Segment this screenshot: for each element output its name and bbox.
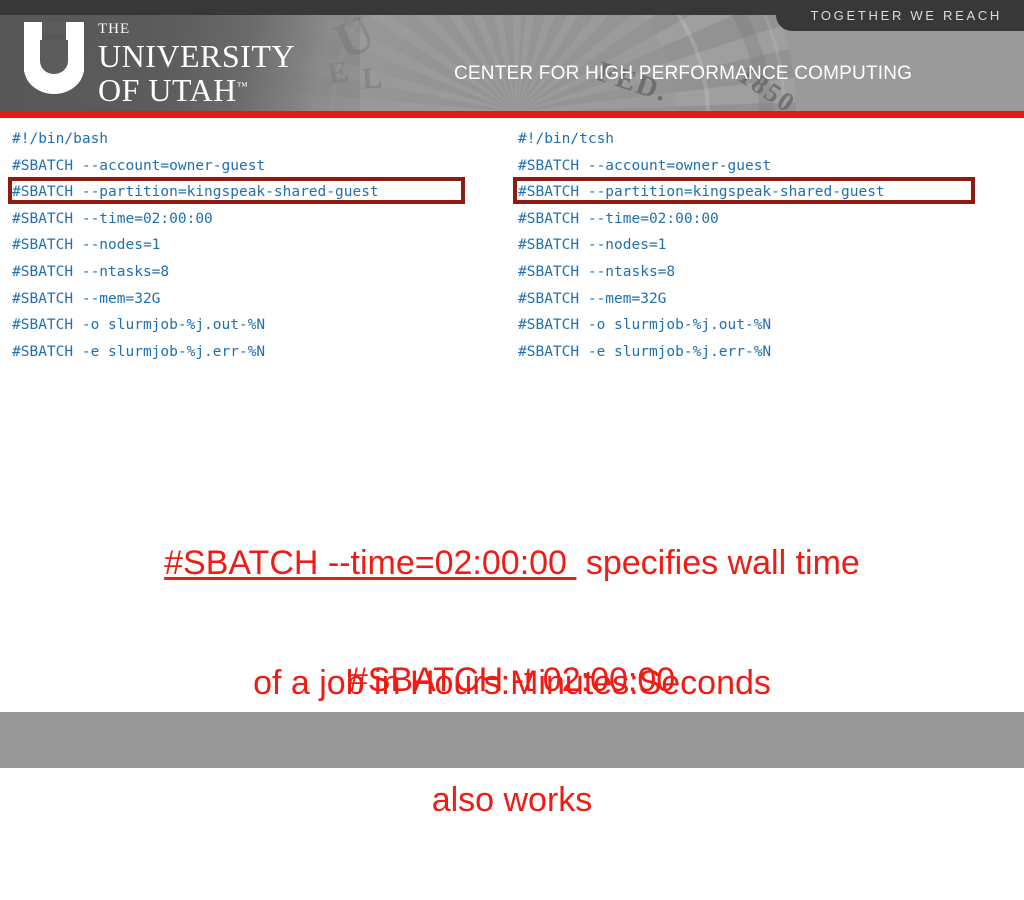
code-line: #SBATCH --account=owner-guest [12, 157, 266, 174]
code-line: #SBATCH --time=02:00:00 [12, 210, 213, 227]
tagline-text: TOGETHER WE REACH [810, 8, 1002, 23]
code-block-tcsh: #!/bin/tcsh #SBATCH --account=owner-guest… [518, 126, 885, 365]
block-u-icon [24, 22, 84, 94]
code-block-bash: #!/bin/bash #SBATCH --account=owner-guest… [12, 126, 379, 365]
trademark-symbol: ™ [236, 80, 248, 93]
time-directive-underlined: #SBATCH --time=02:00:00 [164, 544, 577, 582]
code-line: #SBATCH --nodes=1 [518, 237, 667, 254]
time-directive-rest: specifies wall time [576, 544, 860, 582]
shorthand-line-2: also works [431, 781, 593, 819]
shorthand-line-1: #SBATCH -t 02:00:00 [348, 661, 676, 699]
code-line: #SBATCH --partition=kingspeak-shared-gue… [12, 184, 379, 201]
header-sheen [360, 0, 480, 111]
page-header: U E L FED. 1850 TOGETHER WE REACH THE UN… [0, 0, 1024, 111]
code-line: #SBATCH --account=owner-guest [518, 157, 772, 174]
code-line: #!/bin/bash [12, 131, 109, 147]
code-line: #SBATCH --nodes=1 [12, 237, 161, 254]
wordmark-line-the: THE [98, 21, 131, 37]
wordmark-of-utah-text: OF UTAH [98, 72, 237, 108]
code-line: #SBATCH --mem=32G [12, 290, 161, 307]
code-line: #SBATCH --ntasks=8 [518, 263, 676, 280]
code-line: #SBATCH -e slurmjob-%j.err-%N [518, 343, 772, 360]
wordmark-line-university: UNIVERSITY [98, 38, 295, 74]
explanation-line-1: #SBATCH --time=02:00:00 specifies wall t… [0, 543, 1024, 583]
code-line: #SBATCH --time=02:00:00 [518, 210, 719, 227]
code-line: #!/bin/tcsh [518, 131, 615, 147]
wordmark-line-of-utah: OF UTAH™ [98, 74, 295, 106]
code-line: #SBATCH -o slurmjob-%j.out-%N [518, 317, 772, 334]
code-line: #SBATCH --mem=32G [518, 290, 667, 307]
code-line: #SBATCH --ntasks=8 [12, 263, 170, 280]
code-line: #SBATCH -e slurmjob-%j.err-%N [12, 343, 266, 360]
code-line: #SBATCH --partition=kingspeak-shared-gue… [518, 184, 885, 201]
page-footer [0, 712, 1024, 768]
code-line: #SBATCH -o slurmjob-%j.out-%N [12, 317, 266, 334]
university-wordmark: THE UNIVERSITY OF UTAH™ [98, 21, 295, 107]
tagline-tab: TOGETHER WE REACH [776, 0, 1024, 31]
slide: U E L FED. 1850 TOGETHER WE REACH THE UN… [0, 0, 1024, 819]
university-logo: THE UNIVERSITY OF UTAH™ [24, 22, 295, 106]
header-red-rule [0, 111, 1024, 118]
center-title: CENTER FOR HIGH PERFORMANCE COMPUTING [454, 63, 913, 84]
